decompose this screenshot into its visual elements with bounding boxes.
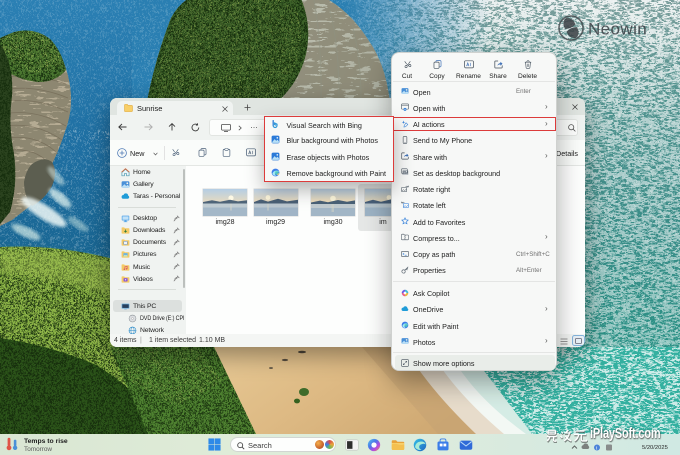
svg-text:Neowin: Neowin	[588, 20, 647, 39]
